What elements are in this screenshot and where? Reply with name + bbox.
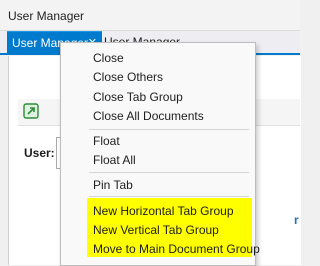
menu-item-label: Close — [93, 51, 124, 65]
menu-item-label: New Vertical Tab Group — [93, 223, 219, 237]
export-icon[interactable] — [23, 103, 39, 119]
title-bar: User Manager — [0, 0, 300, 31]
menu-item-float-all[interactable]: Float All — [61, 150, 255, 170]
menu-item-label: Move to Main Document Group — [93, 242, 260, 256]
menu-item-label: Float All — [93, 153, 136, 167]
user-label: User: — [24, 146, 55, 160]
menu-separator — [89, 172, 249, 173]
menu-separator — [89, 196, 249, 197]
menu-item-label: Pin Tab — [93, 178, 133, 192]
menu-separator — [89, 129, 249, 130]
menu-item-move-to-main-document-group[interactable]: Move to Main Document Group — [61, 239, 260, 259]
menu-item-new-horizontal-tab-group[interactable]: New Horizontal Tab Group — [61, 201, 255, 221]
truncated-label: r — [294, 213, 299, 227]
menu-item-label: Float — [93, 134, 120, 148]
menu-item-label: Close Others — [93, 70, 164, 84]
menu-item-label: Close All Documents — [93, 109, 204, 123]
menu-item-close[interactable]: Close — [61, 48, 255, 68]
menu-item-close-tab-group[interactable]: Close Tab Group — [61, 87, 255, 107]
menu-item-float[interactable]: Float — [61, 131, 255, 151]
window-title: User Manager — [8, 9, 85, 23]
menu-item-new-vertical-tab-group[interactable]: New Vertical Tab Group — [61, 220, 255, 240]
tab-context-menu: Close Close Others Close Tab Group Close… — [60, 42, 260, 266]
menu-item-pin-tab[interactable]: Pin Tab — [61, 175, 255, 195]
menu-item-close-all-documents[interactable]: Close All Documents — [61, 106, 255, 126]
menu-item-label: Close Tab Group — [93, 90, 183, 104]
menu-item-label: New Horizontal Tab Group — [93, 204, 234, 218]
menu-item-close-others[interactable]: Close Others — [61, 67, 255, 87]
